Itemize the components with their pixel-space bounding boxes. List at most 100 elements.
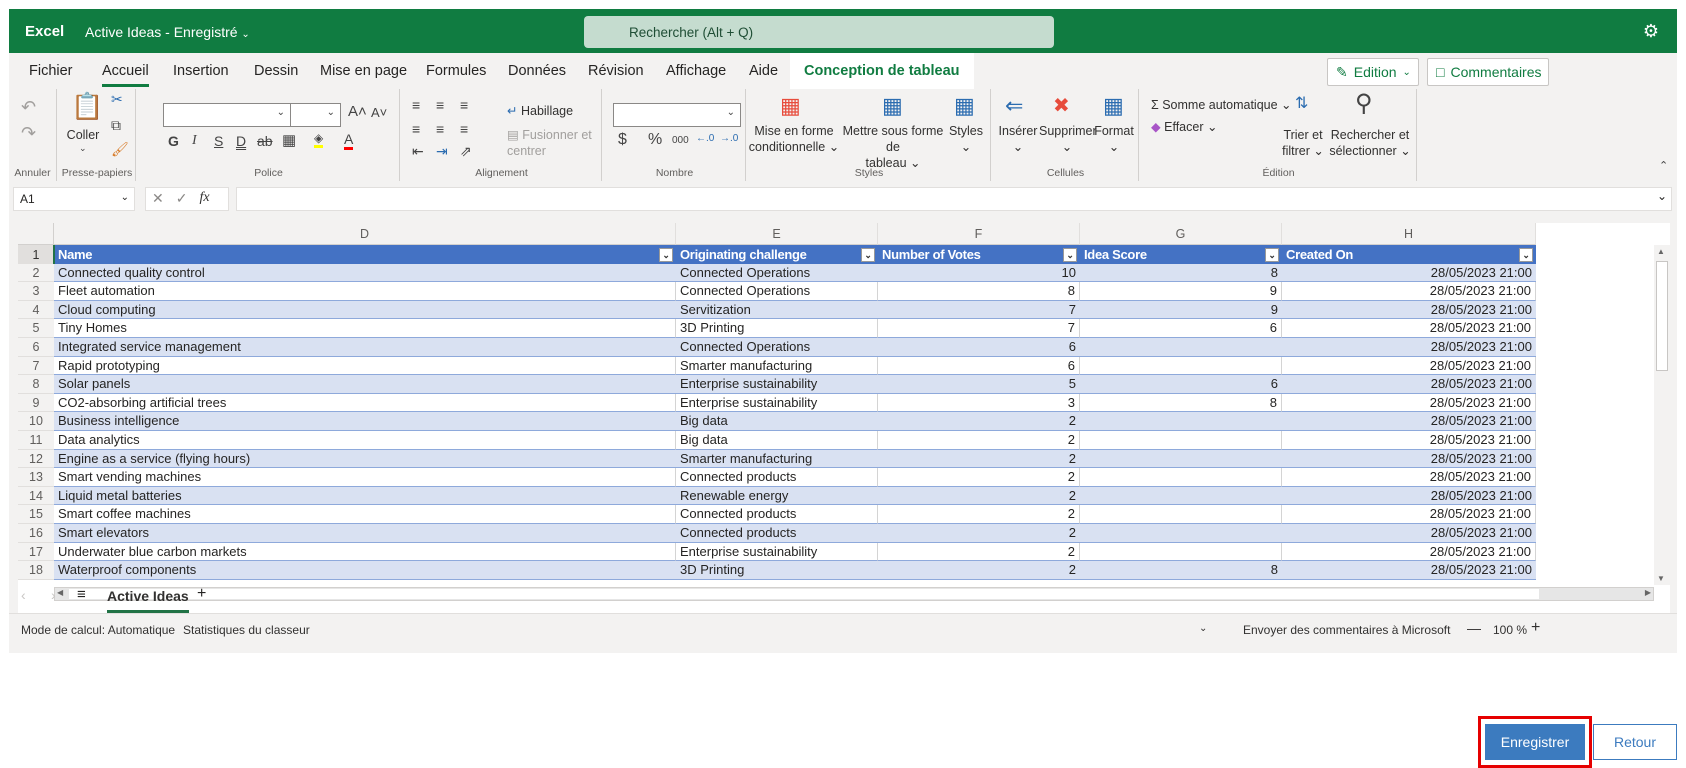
table-cell[interactable]: 6 [1080,319,1282,338]
table-cell[interactable]: 28/05/2023 21:00 [1282,338,1536,357]
row-header[interactable]: 1 [18,245,54,265]
font-size-select[interactable]: ⌄ [290,103,341,127]
italic-button[interactable]: I [192,133,197,149]
row-header[interactable]: 16 [18,524,54,543]
table-cell[interactable]: 2 [878,524,1080,543]
filter-dropdown-icon[interactable]: ⌄ [1519,248,1533,262]
fill-color-icon[interactable]: ◈ [314,131,324,148]
bold-button[interactable]: G [168,133,179,149]
table-cell[interactable]: Smarter manufacturing [676,356,878,376]
tab-insertion[interactable]: Insertion [173,53,229,89]
chevron-down-icon[interactable]: ⌄ [1199,623,1207,634]
table-cell[interactable]: 28/05/2023 21:00 [1282,505,1536,524]
row-header[interactable]: 10 [18,412,54,431]
table-cell[interactable]: 2 [878,449,1080,469]
search-input[interactable]: Rechercher (Alt + Q) [584,16,1054,48]
table-cell[interactable]: 6 [1080,375,1282,394]
borders-icon[interactable]: ▦ [282,131,296,149]
paste-button[interactable]: Coller [65,127,101,143]
table-header-cell[interactable]: Idea Score ⌄ [1080,245,1282,264]
calc-mode[interactable]: Mode de calcul: Automatique [21,623,175,637]
table-cell[interactable]: 5 [878,375,1080,394]
cancel-icon[interactable]: ✕ [152,190,164,208]
table-cell[interactable]: 28/05/2023 21:00 [1282,468,1536,487]
decrease-decimal-icon[interactable]: →.0 [720,133,738,144]
table-cell[interactable]: 2 [878,468,1080,487]
table-header-cell[interactable]: Originating challenge ⌄ [676,245,878,264]
thousands-button[interactable]: 000 [672,135,689,146]
table-header-cell[interactable]: Created On ⌄ [1282,245,1536,264]
table-cell[interactable]: 28/05/2023 21:00 [1282,412,1536,431]
table-cell[interactable]: Connected Operations [676,338,878,357]
table-cell[interactable]: Connected Operations [676,282,878,301]
decrease-font-icon[interactable]: A˅ [371,105,387,120]
format-button[interactable]: Format ⌄ [1091,123,1137,155]
table-cell[interactable] [1080,468,1282,487]
row-header[interactable]: 9 [18,393,54,413]
filter-dropdown-icon[interactable]: ⌄ [1063,248,1077,262]
table-cell[interactable]: Engine as a service (flying hours) [54,449,676,469]
table-cell[interactable]: Waterproof components [54,561,676,580]
table-cell[interactable] [1080,449,1282,469]
all-sheets-icon[interactable]: ≡ [77,586,86,603]
percent-button[interactable]: % [648,131,662,149]
align-middle-icon[interactable]: ≡ [436,97,444,113]
table-cell[interactable]: 2 [878,505,1080,524]
table-cell[interactable] [1080,542,1282,562]
edit-mode-button[interactable]: ✎ Edition ⌄ [1327,58,1419,86]
table-cell[interactable]: Smart elevators [54,524,676,543]
table-header-cell[interactable]: Name ⌄ [54,245,676,264]
row-header[interactable]: 18 [18,561,54,580]
zoom-out-button[interactable]: — [1467,620,1481,636]
cut-icon[interactable]: ✂ [111,91,123,108]
table-cell[interactable] [1080,431,1282,450]
table-cell[interactable]: 3D Printing [676,319,878,338]
undo-icon[interactable]: ↶ [21,97,36,118]
tab-formules[interactable]: Formules [426,53,486,89]
table-cell[interactable]: Cloud computing [54,300,676,320]
table-cell[interactable]: 28/05/2023 21:00 [1282,542,1536,562]
row-header[interactable]: 13 [18,468,54,487]
redo-icon[interactable]: ↷ [21,123,36,144]
table-cell[interactable]: 28/05/2023 21:00 [1282,449,1536,469]
table-cell[interactable]: Business intelligence [54,412,676,431]
sheet-tab-active-ideas[interactable]: Active Ideas [107,588,189,613]
table-cell[interactable] [1080,412,1282,431]
conditional-format-button[interactable]: Mise en forme conditionnelle ⌄ [748,123,840,155]
strikethrough-button[interactable]: ab [257,133,273,149]
table-cell[interactable]: 2 [878,561,1080,580]
table-cell[interactable]: Liquid metal batteries [54,486,676,506]
row-header[interactable]: 14 [18,486,54,506]
table-cell[interactable]: Tiny Homes [54,319,676,338]
copy-icon[interactable]: ⧉ [111,117,121,134]
expand-formula-icon[interactable]: ⌄ [1657,189,1667,203]
table-cell[interactable]: Renewable energy [676,486,878,506]
column-header-f[interactable]: F [878,223,1080,245]
table-cell[interactable]: 28/05/2023 21:00 [1282,356,1536,376]
table-cell[interactable]: Connected products [676,468,878,487]
filter-dropdown-icon[interactable]: ⌄ [659,248,673,262]
cell-styles-button[interactable]: Styles ⌄ [946,123,986,155]
table-cell[interactable] [1080,524,1282,543]
format-painter-icon[interactable]: 🖌 [111,141,129,158]
table-cell[interactable]: Servitization [676,300,878,320]
name-box[interactable]: A1 ⌄ [13,187,135,211]
tab-mise-en-page[interactable]: Mise en page [320,53,407,89]
table-cell[interactable]: 28/05/2023 21:00 [1282,393,1536,413]
insert-button[interactable]: Insérer ⌄ [993,123,1043,155]
add-sheet-button[interactable]: + [197,585,206,603]
align-top-icon[interactable]: ≡ [412,97,420,113]
table-cell[interactable]: 3D Printing [676,561,878,580]
align-bottom-icon[interactable]: ≡ [460,97,468,113]
increase-decimal-icon[interactable]: ←.0 [696,133,714,144]
align-center-icon[interactable]: ≡ [436,121,444,137]
table-cell[interactable]: Enterprise sustainability [676,542,878,562]
table-cell[interactable]: Big data [676,412,878,431]
table-cell[interactable]: Rapid prototyping [54,356,676,376]
comments-button[interactable]: □ Commentaires [1427,58,1549,86]
increase-indent-icon[interactable]: ⇥ [436,143,448,160]
scroll-up-icon[interactable]: ▲ [1657,247,1665,256]
table-cell[interactable]: Connected Operations [676,263,878,283]
document-title[interactable]: Active Ideas - Enregistré ⌄ [85,24,250,40]
increase-font-icon[interactable]: A˄ [348,103,367,120]
